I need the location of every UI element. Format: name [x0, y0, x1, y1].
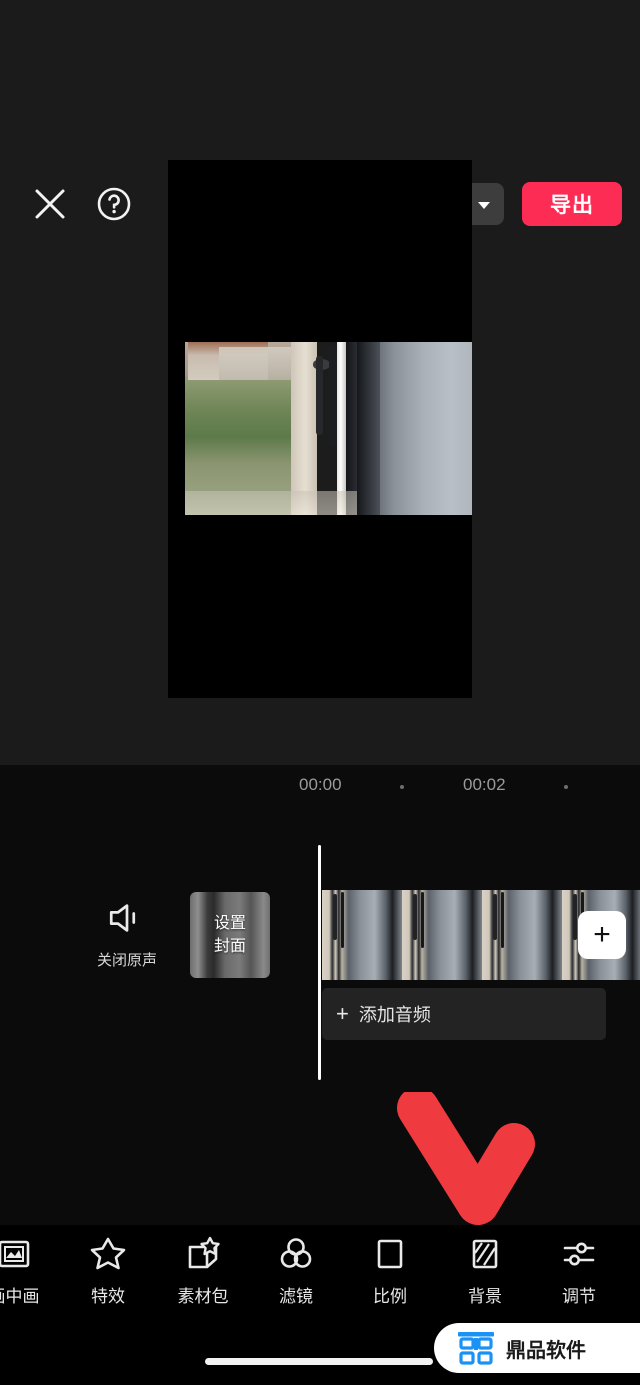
set-cover-line2: 封面: [213, 938, 246, 955]
clip-door-frame: [291, 342, 318, 515]
filmstrip-detail: [333, 893, 338, 941]
plus-icon: +: [336, 1001, 349, 1026]
tool-label: 特效: [91, 1287, 125, 1306]
clip-door-handle-a: [315, 355, 324, 436]
filmstrip-cell: [482, 890, 562, 980]
playback-controls: 00:00 / 00:04: [0, 706, 640, 762]
tool-label: 背景: [468, 1287, 502, 1306]
clip-ground-strip: [185, 490, 358, 515]
ruler-tick-dot: [400, 785, 404, 789]
top-bar: 1080P 导出: [0, 86, 640, 226]
close-icon: [35, 189, 65, 219]
add-clip-button[interactable]: +: [578, 911, 626, 959]
ruler-label-1: 00:02: [463, 775, 506, 794]
watermark-badge: 鼎品软件: [434, 1323, 640, 1373]
export-label: 导出: [550, 194, 594, 217]
tool-label: 调节: [562, 1287, 596, 1306]
tool-aspect-ratio[interactable]: 比例: [344, 1232, 436, 1307]
chevron-down-icon: [478, 201, 490, 209]
filmstrip-detail: [413, 893, 418, 941]
filmstrip-detail: [501, 891, 505, 948]
tool-label: 滤镜: [279, 1287, 313, 1306]
picture-in-picture-icon: [0, 1232, 60, 1276]
tool-background[interactable]: 背景: [439, 1232, 531, 1307]
filmstrip-detail: [493, 893, 498, 941]
dingpin-logo-icon: [458, 1332, 494, 1365]
tool-label: 素材包: [177, 1287, 229, 1306]
home-indicator: [205, 1358, 433, 1365]
bottom-toolbar: 画中画 特效 素材包: [0, 1232, 640, 1320]
filmstrip-cell: [402, 890, 482, 980]
help-button[interactable]: [92, 182, 136, 226]
clip-dark-edge: [345, 342, 358, 515]
toggle-original-audio-label: 关闭原声: [96, 952, 157, 969]
filmstrip-detail: [421, 891, 425, 948]
tool-effects[interactable]: 特效: [62, 1232, 154, 1307]
close-button[interactable]: [28, 182, 72, 226]
export-button[interactable]: 导出: [522, 182, 622, 226]
video-editor-screen: 1080P 导出 00:00: [0, 0, 640, 1385]
video-clip-preview: [185, 342, 472, 515]
filter-circles-icon: [250, 1232, 342, 1276]
star-sparkle-icon: [62, 1232, 154, 1276]
set-cover-button[interactable]: 设置 封面: [190, 892, 270, 978]
playhead[interactable]: [318, 845, 321, 1080]
filmstrip-detail: [341, 891, 345, 948]
ruler-label-0: 00:00: [299, 775, 342, 794]
clip-scene: [185, 342, 472, 515]
tool-material-pack[interactable]: 素材包: [157, 1232, 249, 1307]
tool-label: 画中画: [0, 1287, 40, 1306]
speaker-mute-icon: [109, 904, 136, 932]
clip-door-gap: [337, 342, 346, 515]
filmstrip-detail: [573, 893, 578, 941]
background-stripes-icon: [439, 1232, 531, 1276]
set-cover-label: 设置 封面: [214, 912, 246, 958]
set-cover-line1: 设置: [213, 915, 246, 932]
clip-wall-shadow: [357, 342, 381, 515]
tool-label: 比例: [373, 1287, 407, 1306]
aspect-ratio-icon: [344, 1232, 436, 1276]
tool-adjust[interactable]: 调节: [533, 1232, 625, 1307]
annotation-arrow-icon: [396, 1087, 536, 1232]
add-clip-label: +: [593, 918, 611, 951]
filmstrip-cell: [322, 890, 402, 980]
add-audio-label: 添加音频: [358, 1005, 431, 1025]
toggle-original-audio[interactable]: 关闭原声: [96, 900, 158, 970]
sticker-pack-icon: [157, 1232, 249, 1276]
watermark-text: 鼎品软件: [506, 1339, 586, 1362]
video-canvas[interactable]: [168, 160, 472, 698]
help-circle-icon: [97, 187, 131, 221]
adjust-sliders-icon: [533, 1232, 625, 1276]
timeline-ruler[interactable]: 00:00 00:02: [0, 775, 640, 809]
tool-filter[interactable]: 滤镜: [250, 1232, 342, 1307]
clip-door-handle-b: [328, 345, 338, 446]
add-audio-track[interactable]: + 添加音频: [322, 988, 606, 1040]
ruler-tick-dot: [564, 785, 568, 789]
tool-picture-in-picture[interactable]: 画中画: [0, 1232, 60, 1307]
